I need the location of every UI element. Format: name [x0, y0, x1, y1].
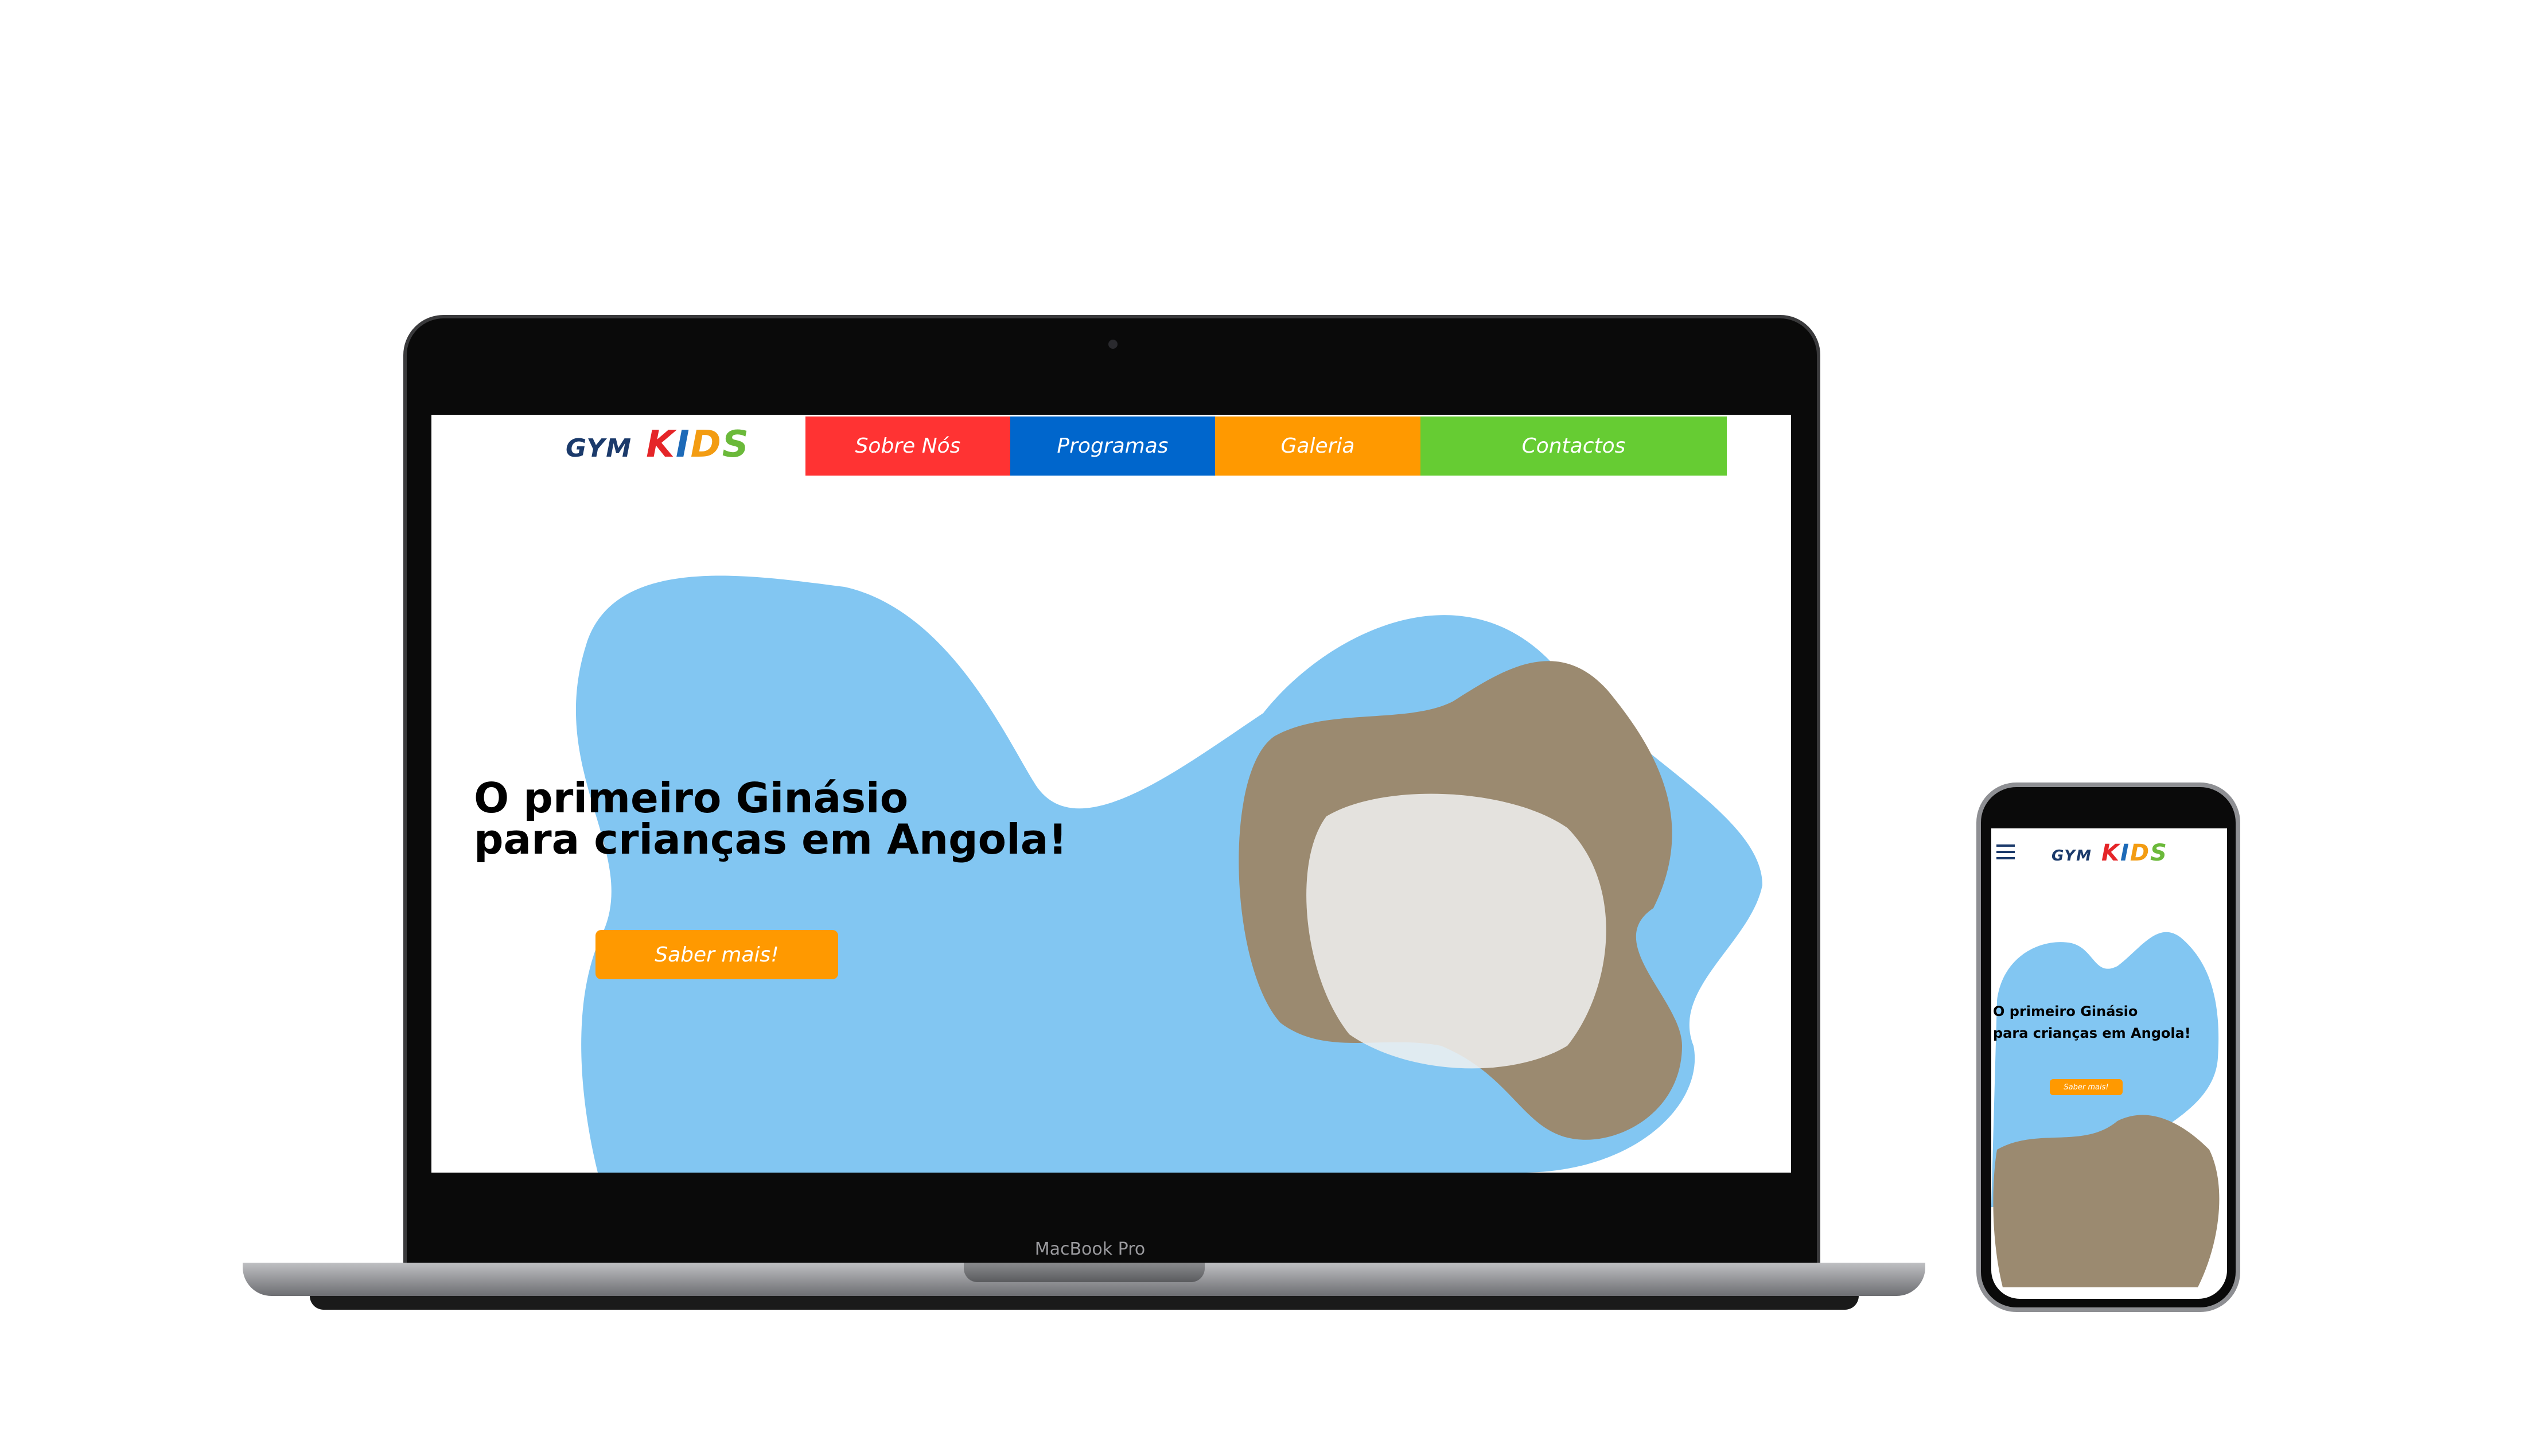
nav-galeria[interactable]: Galeria [1215, 416, 1420, 476]
hero-headline: O primeiro Ginásio para crianças em Ango… [474, 774, 1068, 863]
laptop-label: MacBook Pro [1034, 1239, 1146, 1259]
phone-hero-photo [1993, 1115, 2220, 1287]
nav-sobre-nos[interactable]: Sobre Nós [805, 416, 1010, 476]
phone-screen: GYM KIDS O primeiro Ginásio para criança… [1991, 828, 2227, 1299]
laptop-notch [964, 1263, 1205, 1282]
phone-hero-headline: O primeiro Ginásio para crianças em Ango… [1993, 1003, 2191, 1042]
camera-icon [1108, 340, 1118, 349]
laptop-foot [310, 1296, 1859, 1310]
nav-programas[interactable]: Programas [1010, 416, 1215, 476]
phone-hero-blob [1991, 932, 2220, 1287]
saber-mais-button[interactable]: Saber mais! [595, 930, 838, 979]
nav-contactos[interactable]: Contactos [1420, 416, 1727, 476]
site-logo[interactable]: GYM KIDS [566, 423, 750, 466]
laptop-screen: GYM KIDS Sobre Nós Programas Galeria Con… [431, 415, 1791, 1173]
main-nav: Sobre Nós Programas Galeria Contactos [805, 416, 1727, 476]
hamburger-menu-icon[interactable] [1996, 844, 2015, 859]
phone-site-logo[interactable]: GYM KIDS [2051, 840, 2168, 866]
phone-saber-mais-button[interactable]: Saber mais! [2050, 1079, 2123, 1095]
